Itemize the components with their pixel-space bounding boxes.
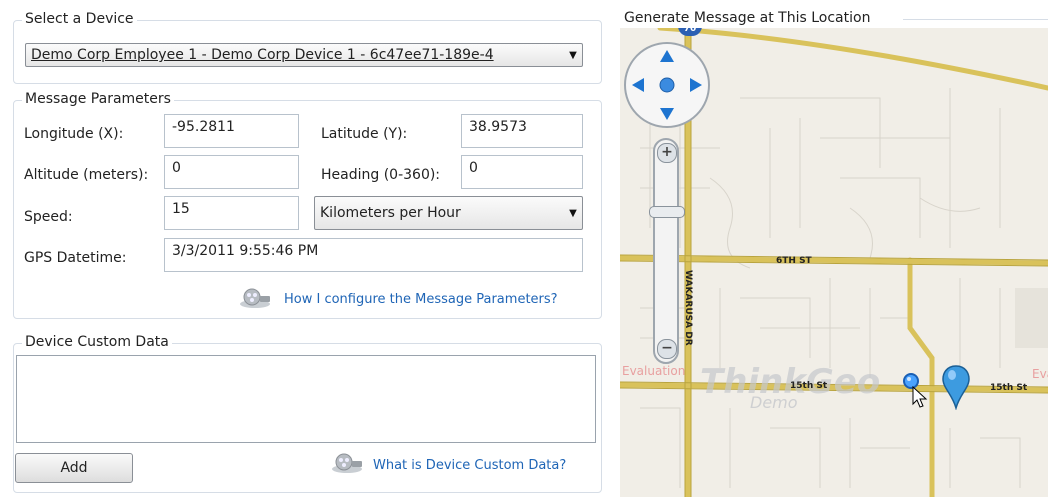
map-legend-rule [903, 19, 1048, 20]
map-label-15th-st-a: 15th St [790, 381, 828, 391]
latitude-input[interactable]: 38.9573 [461, 114, 583, 148]
select-device-legend: Select a Device [22, 11, 137, 27]
map-pin-icon[interactable] [942, 364, 970, 410]
pan-center-icon[interactable] [659, 77, 675, 93]
device-select[interactable]: Demo Corp Employee 1 - Demo Corp Device … [25, 43, 583, 67]
pan-control[interactable] [622, 40, 712, 130]
map-eval-left: Evaluation [622, 364, 685, 378]
map-eval-right: Eva [1032, 367, 1048, 381]
zoom-in-icon[interactable]: + [657, 143, 677, 163]
longitude-label: Longitude (X): [24, 126, 124, 142]
longitude-input[interactable]: -95.2811 [164, 114, 299, 148]
custom-data-legend: Device Custom Data [22, 334, 172, 350]
chevron-down-icon: ▼ [569, 49, 577, 61]
map-label-15th-st-b: 15th St [990, 383, 1028, 393]
chevron-down-icon: ▼ [569, 207, 577, 219]
gps-datetime-label: GPS Datetime: [24, 250, 127, 266]
custom-data-textarea[interactable] [16, 355, 596, 443]
film-reel-icon [240, 288, 270, 308]
zoom-bar[interactable]: + − [649, 138, 685, 364]
map-canvas[interactable]: ThinkGeo Demo Evaluation Eva 6TH ST 15th… [620, 28, 1048, 497]
map-watermark-sub: Demo [750, 393, 798, 412]
film-reel-icon [332, 453, 362, 473]
zoom-out-icon[interactable]: − [657, 339, 677, 359]
heading-input[interactable]: 0 [461, 155, 583, 189]
heading-label: Heading (0-360): [321, 167, 441, 183]
latitude-label: Latitude (Y): [321, 126, 408, 142]
mouse-cursor-icon [912, 386, 928, 408]
altitude-label: Altitude (meters): [24, 167, 149, 183]
highway-number: 70 [683, 28, 697, 34]
map-label-6th-st: 6TH ST [776, 256, 812, 266]
zoom-slider-thumb[interactable] [649, 206, 685, 218]
map-legend: Generate Message at This Location [624, 10, 871, 26]
speed-unit-value: Kilometers per Hour [320, 205, 461, 221]
message-parameters-legend: Message Parameters [22, 91, 174, 107]
speed-input[interactable]: 15 [164, 196, 299, 230]
speed-label: Speed: [24, 209, 73, 225]
help-message-parameters-link[interactable]: How I configure the Message Parameters? [284, 292, 558, 307]
gps-datetime-input[interactable]: 3/3/2011 9:55:46 PM [164, 238, 583, 272]
speed-unit-select[interactable]: Kilometers per Hour ▼ [314, 196, 583, 230]
help-custom-data-link[interactable]: What is Device Custom Data? [373, 458, 566, 473]
device-select-value: Demo Corp Employee 1 - Demo Corp Device … [31, 47, 494, 63]
add-button[interactable]: Add [15, 453, 133, 483]
map-label-wakarusa: WAKARUSA DR [683, 270, 693, 346]
altitude-input[interactable]: 0 [164, 155, 299, 189]
